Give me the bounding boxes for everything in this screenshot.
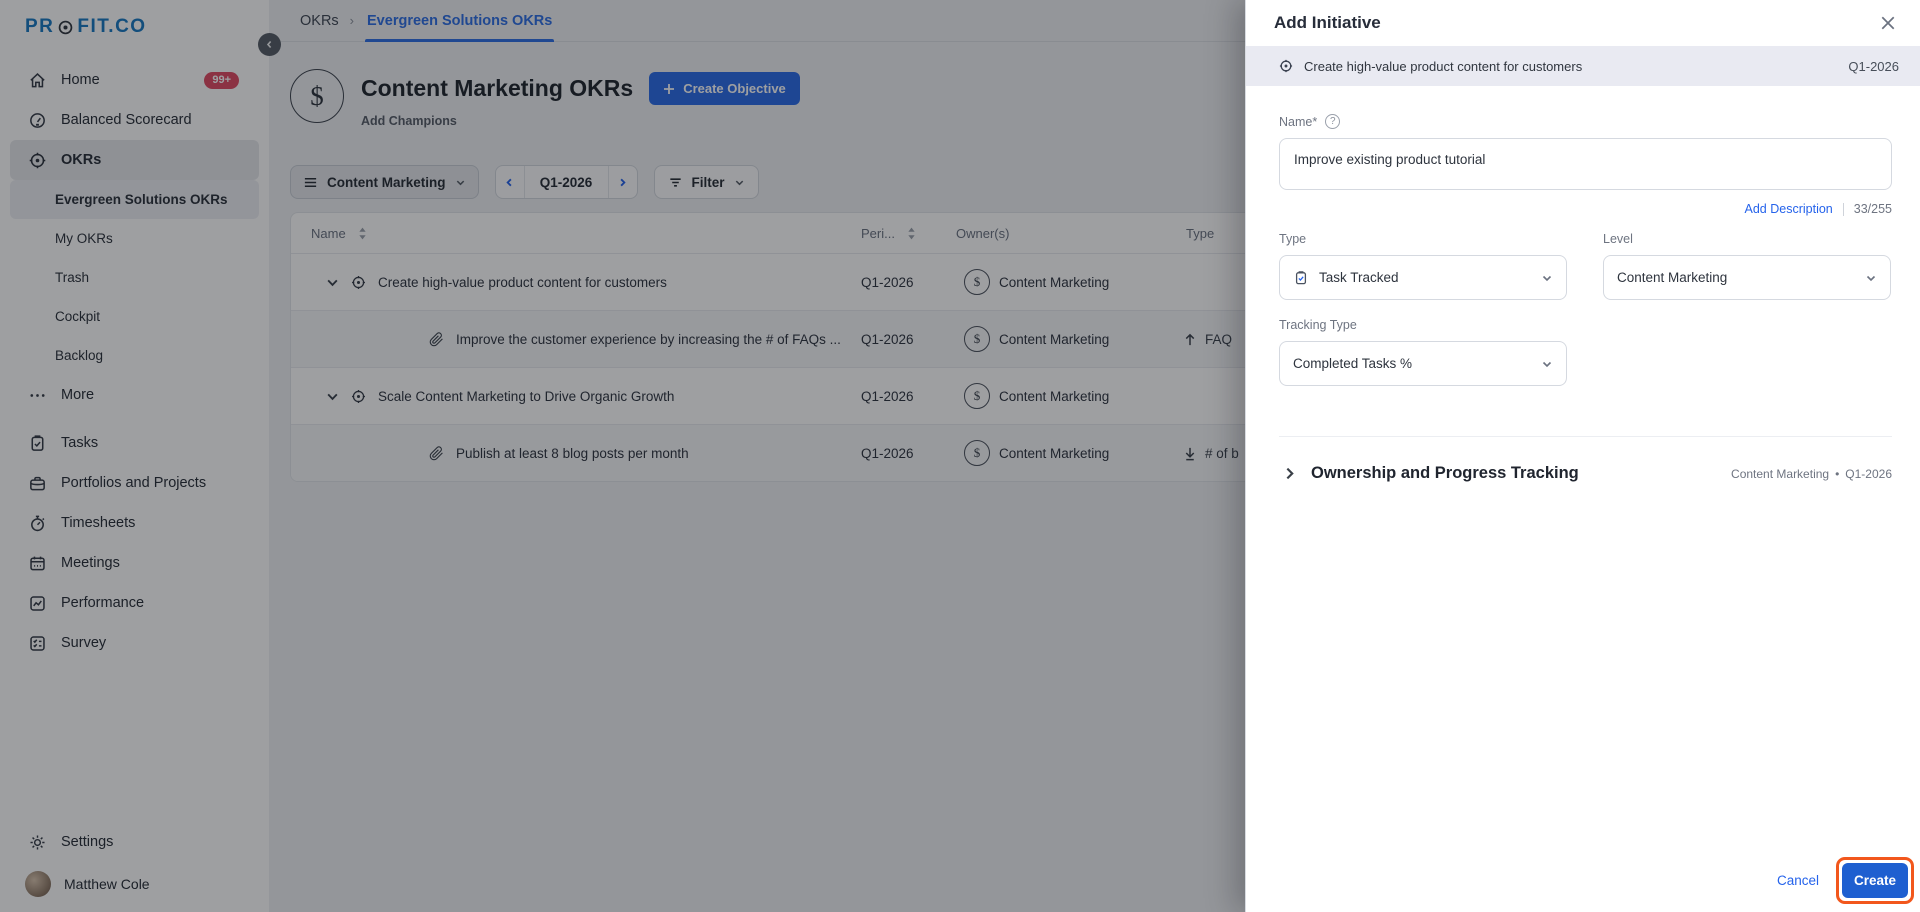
create-button[interactable]: Create — [1842, 863, 1908, 898]
task-tracked-icon — [1295, 270, 1307, 284]
close-icon — [1881, 16, 1895, 30]
character-counter: 33/255 — [1853, 202, 1892, 216]
divider — [1842, 202, 1844, 216]
level-select[interactable]: Content Marketing — [1603, 255, 1891, 300]
parent-objective-name: Create high-value product content for cu… — [1304, 58, 1583, 74]
modal-backdrop[interactable] — [0, 0, 1245, 912]
help-icon[interactable]: ? — [1325, 114, 1341, 129]
initiative-name-input[interactable]: Improve existing product tutorial — [1279, 138, 1892, 190]
tracking-type-field-label: Tracking Type — [1279, 318, 1357, 332]
ownership-section-header[interactable]: Ownership and Progress Tracking Content … — [1279, 451, 1892, 496]
level-field-label: Level — [1603, 232, 1633, 246]
create-button-highlight: Create — [1836, 857, 1914, 904]
level-value: Content Marketing — [1617, 270, 1728, 285]
add-initiative-panel: Add Initiative Create high-value product… — [1245, 0, 1920, 912]
ownership-meta: Content Marketing • Q1-2026 — [1731, 466, 1892, 481]
divider — [1279, 436, 1892, 437]
objective-target-icon — [1279, 59, 1293, 73]
tracking-type-select[interactable]: Completed Tasks % — [1279, 341, 1567, 386]
chevron-right-icon — [1286, 467, 1294, 480]
name-field-label: Name* — [1279, 114, 1318, 129]
cancel-button[interactable]: Cancel — [1777, 873, 1819, 888]
parent-objective-period: Q1-2026 — [1848, 58, 1899, 74]
panel-title: Add Initiative — [1274, 13, 1381, 32]
ownership-section-title: Ownership and Progress Tracking — [1311, 464, 1579, 482]
type-select[interactable]: Task Tracked — [1279, 255, 1567, 300]
type-field-label: Type — [1279, 232, 1307, 246]
parent-objective-bar: Create high-value product content for cu… — [1246, 46, 1920, 86]
close-button[interactable] — [1880, 15, 1896, 31]
tracking-type-value: Completed Tasks % — [1293, 356, 1413, 371]
chevron-down-icon — [1542, 275, 1552, 281]
type-value: Task Tracked — [1319, 270, 1399, 285]
chevron-down-icon — [1542, 361, 1552, 367]
chevron-down-icon — [1866, 275, 1876, 281]
add-description-link[interactable]: Add Description — [1745, 202, 1833, 216]
bullet-separator: • — [1835, 466, 1840, 481]
